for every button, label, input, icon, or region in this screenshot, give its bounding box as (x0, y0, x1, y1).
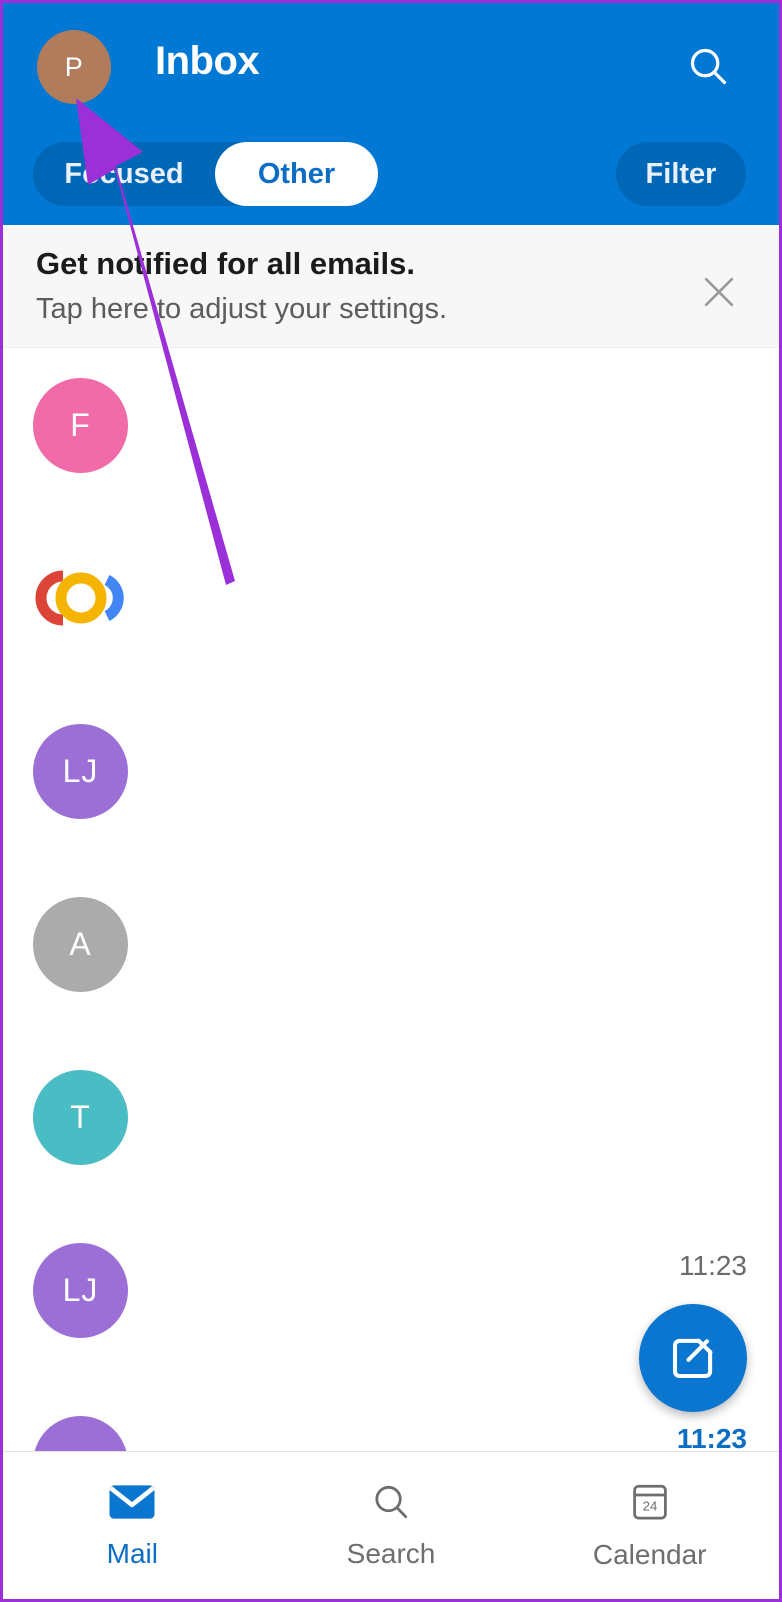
nav-item-mail[interactable]: Mail (3, 1452, 262, 1599)
page-title: Inbox (155, 39, 260, 83)
avatar-initials: T (70, 1099, 91, 1135)
filter-button[interactable]: Filter (616, 142, 746, 206)
search-icon (368, 1481, 414, 1528)
phone-screen: P Inbox Focused Other Filter Get notifie (0, 0, 782, 1602)
calendar-icon: 24 (628, 1480, 672, 1529)
nav-item-mail-label: Mail (106, 1538, 158, 1569)
nav-item-calendar[interactable]: 24 Calendar (520, 1452, 779, 1599)
focused-other-toggle[interactable]: Focused Other (33, 142, 378, 206)
app-header: P Inbox Focused Other Filter (3, 3, 779, 225)
search-icon[interactable] (679, 37, 737, 95)
compose-button[interactable] (639, 1304, 747, 1412)
table-row[interactable]: LJ (3, 695, 779, 868)
nav-item-calendar-label: Calendar (592, 1539, 707, 1570)
mail-icon (107, 1481, 157, 1528)
avatar-initials: LJ (62, 753, 99, 789)
nav-item-search[interactable]: Search (262, 1452, 521, 1599)
avatar[interactable] (33, 1416, 128, 1451)
avatar[interactable]: LJ (33, 724, 128, 819)
google-logo-icon (29, 550, 133, 646)
banner-subtitle: Tap here to adjust your settings. (36, 293, 448, 325)
tab-focused[interactable]: Focused (33, 142, 215, 206)
filter-button-label: Filter (645, 157, 717, 190)
svg-text:24: 24 (642, 1498, 657, 1513)
avatar[interactable]: T (33, 1070, 128, 1165)
close-icon[interactable] (691, 264, 747, 320)
row-timestamp: 11:23 (676, 1423, 747, 1451)
avatar[interactable]: A (33, 897, 128, 992)
profile-avatar-initial: P (64, 51, 84, 82)
email-list[interactable]: F LJ A T LJ 11:23 11:23 (3, 349, 779, 1451)
tab-other-label: Other (257, 157, 336, 190)
compose-icon (672, 1338, 713, 1379)
avatar[interactable]: LJ (33, 1243, 128, 1338)
table-row[interactable]: A (3, 868, 779, 1041)
tab-focused-label: Focused (64, 157, 184, 190)
table-row[interactable] (3, 522, 779, 695)
row-timestamp: 11:23 (679, 1250, 747, 1281)
banner-title: Get notified for all emails. (36, 246, 415, 281)
table-row[interactable]: T (3, 1041, 779, 1214)
avatar-initials: LJ (62, 1272, 99, 1308)
tab-other[interactable]: Other (215, 142, 378, 206)
avatar-initials: F (70, 407, 91, 443)
avatar[interactable]: F (33, 378, 128, 473)
avatar-initials: A (69, 926, 92, 962)
table-row[interactable]: F (3, 349, 779, 522)
header-top-bar: P Inbox (3, 3, 779, 125)
notification-banner[interactable]: Get notified for all emails. Tap here to… (3, 228, 779, 348)
bottom-navigation[interactable]: Mail Search 24 Calendar (3, 1451, 779, 1599)
nav-item-search-label: Search (346, 1538, 436, 1569)
profile-avatar[interactable]: P (37, 30, 111, 104)
